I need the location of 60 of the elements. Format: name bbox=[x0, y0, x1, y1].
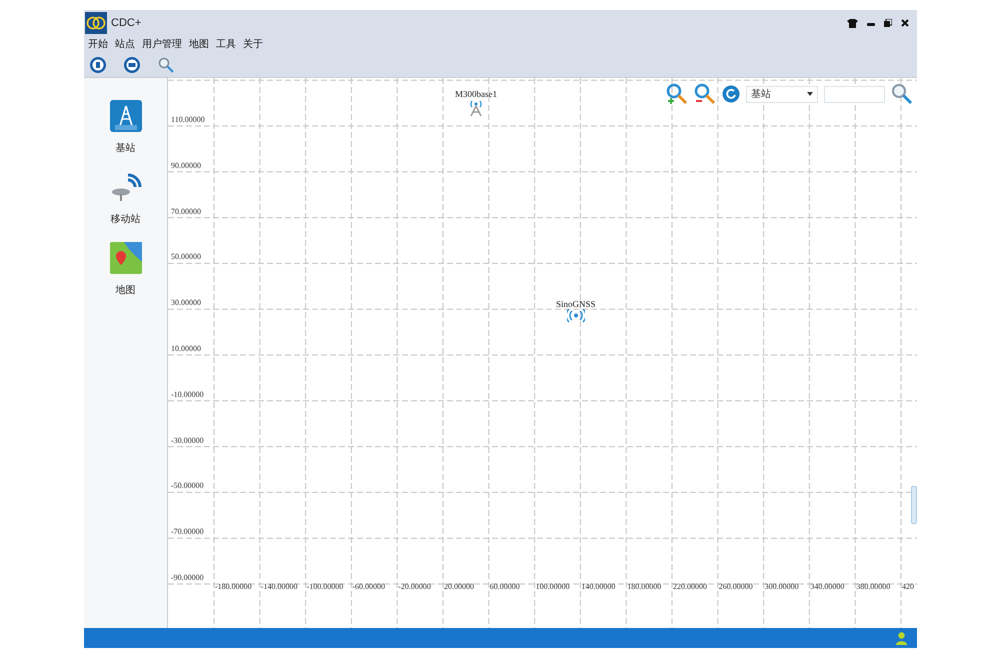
antenna-signal-icon bbox=[110, 171, 142, 203]
scrollbar-thumb bbox=[911, 486, 917, 524]
axis-label: 300.00000 bbox=[764, 583, 799, 591]
axis-label: -30.00000 bbox=[171, 436, 204, 445]
axis-label: 30.00000 bbox=[171, 299, 201, 308]
menu-item[interactable]: 工具 bbox=[216, 36, 236, 52]
axis-label: 110.00000 bbox=[171, 116, 205, 124]
sidebar-item[interactable]: 地图 bbox=[116, 283, 136, 298]
refresh-icon[interactable] bbox=[722, 85, 740, 103]
station-type-select[interactable]: 基站 bbox=[746, 86, 818, 102]
stop-icon[interactable] bbox=[124, 56, 140, 72]
menu-item[interactable]: 开始 bbox=[88, 36, 108, 52]
pause-icon[interactable] bbox=[90, 56, 106, 72]
axis-label: 50.00000 bbox=[171, 253, 201, 262]
sidebar-item[interactable]: 基站 bbox=[116, 141, 136, 156]
restore-icon[interactable] bbox=[884, 19, 892, 27]
axis-label: -100.00000 bbox=[306, 583, 344, 591]
axis-label: 20.00000 bbox=[444, 583, 474, 591]
axis-label: 90.00000 bbox=[171, 162, 201, 170]
menu-item[interactable]: 关于 bbox=[243, 36, 263, 52]
menu-item[interactable]: 用户管理 bbox=[142, 36, 182, 52]
app-logo-icon bbox=[85, 12, 107, 34]
axis-label: 140.00000 bbox=[581, 583, 616, 591]
user-icon bbox=[896, 632, 907, 644]
map-pin-icon bbox=[110, 242, 142, 274]
axis-label: 420 bbox=[902, 583, 914, 591]
axis-label: 60.00000 bbox=[490, 583, 520, 591]
search-field[interactable] bbox=[824, 86, 885, 102]
axis-label: -70.00000 bbox=[171, 528, 204, 536]
axis-label: -10.00000 bbox=[171, 390, 204, 399]
axis-label: 220.00000 bbox=[673, 583, 707, 591]
axis-label: -90.00000 bbox=[171, 574, 204, 582]
signal-icon bbox=[566, 309, 585, 323]
station-label: SinoGNSS bbox=[556, 300, 596, 309]
axis-label: 340.00000 bbox=[810, 583, 844, 591]
axis-label: 380.00000 bbox=[856, 583, 890, 591]
axis-label: 180.00000 bbox=[627, 583, 662, 591]
station-label: M300base1 bbox=[455, 90, 497, 99]
axis-label: -60.00000 bbox=[352, 583, 386, 591]
axis-label: -180.00000 bbox=[215, 583, 252, 591]
tower-icon bbox=[110, 100, 142, 132]
axis-label: -140.00000 bbox=[260, 583, 298, 591]
search-icon[interactable] bbox=[158, 56, 174, 72]
window-title: CDC+ bbox=[111, 16, 142, 31]
sidebar-item[interactable]: 移动站 bbox=[110, 212, 140, 227]
caret-icon bbox=[807, 92, 813, 96]
axis-label: -20.00000 bbox=[398, 583, 431, 591]
menu-item[interactable]: 站点 bbox=[115, 36, 135, 52]
zoom-in-icon[interactable] bbox=[666, 83, 688, 105]
shirt-icon[interactable] bbox=[847, 18, 858, 28]
axis-label: -50.00000 bbox=[171, 482, 204, 490]
axis-label: 70.00000 bbox=[171, 208, 201, 216]
axis-label: 100.00000 bbox=[536, 583, 570, 591]
axis-label: 260.00000 bbox=[718, 583, 753, 591]
tower-signal-icon bbox=[468, 99, 484, 117]
menu-item[interactable]: 地图 bbox=[189, 36, 209, 52]
close-icon[interactable] bbox=[901, 19, 909, 27]
zoom-out-icon[interactable] bbox=[694, 83, 716, 105]
axis-label: 10.00000 bbox=[171, 345, 201, 353]
search-icon[interactable] bbox=[891, 83, 913, 105]
